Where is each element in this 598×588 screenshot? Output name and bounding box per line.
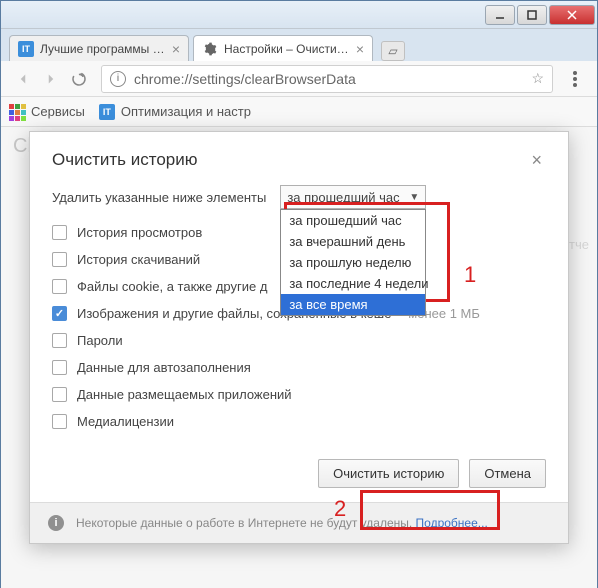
tab-title: Лучшие программы дл… [40, 42, 166, 56]
clear-history-button[interactable]: Очистить историю [318, 459, 459, 488]
apps-shortcut[interactable]: Сервисы [9, 104, 85, 120]
check-label: Данные для автозаполнения [77, 360, 251, 375]
checkbox[interactable] [52, 333, 67, 348]
check-label: Данные размещаемых приложений [77, 387, 292, 402]
tab-title: Настройки – Очистить и… [224, 42, 350, 56]
check-row-passwords[interactable]: Пароли [52, 327, 546, 354]
checkbox[interactable] [52, 360, 67, 375]
dropdown-option-highlighted[interactable]: за все время [281, 294, 425, 315]
check-label: История скачиваний [77, 252, 200, 267]
dialog-close-button[interactable]: × [527, 150, 546, 171]
nav-reload-button[interactable] [65, 65, 93, 93]
checkbox[interactable] [52, 279, 67, 294]
check-row-autofill[interactable]: Данные для автозаполнения [52, 354, 546, 381]
select-value: за прошедший час [287, 190, 399, 205]
bookmark-item[interactable]: IT Оптимизация и настр [99, 104, 251, 120]
dropdown-option[interactable]: за прошлую неделю [281, 252, 425, 273]
checkbox[interactable] [52, 252, 67, 267]
cancel-button[interactable]: Отмена [469, 459, 546, 488]
address-bar[interactable]: i chrome://settings/clearBrowserData ☆ [101, 65, 553, 93]
dialog-prompt: Удалить указанные ниже элементы [52, 190, 266, 205]
apps-label: Сервисы [31, 104, 85, 119]
check-label: История просмотров [77, 225, 202, 240]
checkbox-checked[interactable] [52, 306, 67, 321]
checkbox[interactable] [52, 414, 67, 429]
dialog-title: Очистить историю [52, 150, 197, 170]
toolbar: i chrome://settings/clearBrowserData ☆ [1, 61, 597, 97]
tab-close-icon[interactable]: × [356, 41, 364, 57]
new-tab-button[interactable]: ▱ [381, 41, 405, 61]
nav-forward-button[interactable] [37, 65, 65, 93]
time-range-dropdown: за прошедший час за вчерашний день за пр… [280, 209, 426, 316]
checkbox[interactable] [52, 387, 67, 402]
check-label: Пароли [77, 333, 123, 348]
browser-tab[interactable]: IT Лучшие программы дл… × [9, 35, 189, 61]
check-label: Медиалицензии [77, 414, 174, 429]
url-text: chrome://settings/clearBrowserData [134, 71, 531, 87]
dropdown-option[interactable]: за вчерашний день [281, 231, 425, 252]
time-range-select[interactable]: за прошедший час ▼ [280, 185, 426, 209]
chevron-down-icon: ▼ [409, 192, 419, 203]
footer-link[interactable]: Подробнее... [416, 516, 488, 530]
browser-tab-active[interactable]: Настройки – Очистить и… × [193, 35, 373, 61]
window-close-button[interactable] [549, 5, 595, 25]
window-titlebar [1, 1, 597, 29]
clear-browsing-dialog: Очистить историю × Удалить указанные ниж… [29, 131, 569, 544]
dropdown-option[interactable]: за прошедший час [281, 210, 425, 231]
nav-back-button[interactable] [9, 65, 37, 93]
checkbox[interactable] [52, 225, 67, 240]
window-minimize-button[interactable] [485, 5, 515, 25]
bookmark-label: Оптимизация и настр [121, 104, 251, 119]
bookmarks-bar: Сервисы IT Оптимизация и настр [1, 97, 597, 127]
page-content: Ch и отче Очистить историю × Удалить ука… [1, 127, 597, 588]
check-row-hosted-apps[interactable]: Данные размещаемых приложений [52, 381, 546, 408]
browser-window: IT Лучшие программы дл… × Настройки – Оч… [0, 0, 598, 588]
favicon-gear-icon [202, 41, 218, 57]
favicon-it-icon: IT [99, 104, 115, 120]
favicon-it-icon: IT [18, 41, 34, 57]
tab-close-icon[interactable]: × [172, 41, 180, 57]
info-icon: i [48, 515, 64, 531]
dropdown-option[interactable]: за последние 4 недели [281, 273, 425, 294]
site-info-icon[interactable]: i [110, 71, 126, 87]
check-label: Файлы cookie, а также другие д [77, 279, 267, 294]
tab-strip: IT Лучшие программы дл… × Настройки – Оч… [1, 29, 597, 61]
check-row-media-licenses[interactable]: Медиалицензии [52, 408, 546, 435]
window-maximize-button[interactable] [517, 5, 547, 25]
bookmark-star-icon[interactable]: ☆ [531, 70, 544, 87]
chrome-menu-button[interactable] [561, 65, 589, 93]
footer-text: Некоторые данные о работе в Интернете не… [76, 516, 416, 530]
dialog-footer: i Некоторые данные о работе в Интернете … [30, 502, 568, 543]
apps-grid-icon [9, 104, 25, 120]
